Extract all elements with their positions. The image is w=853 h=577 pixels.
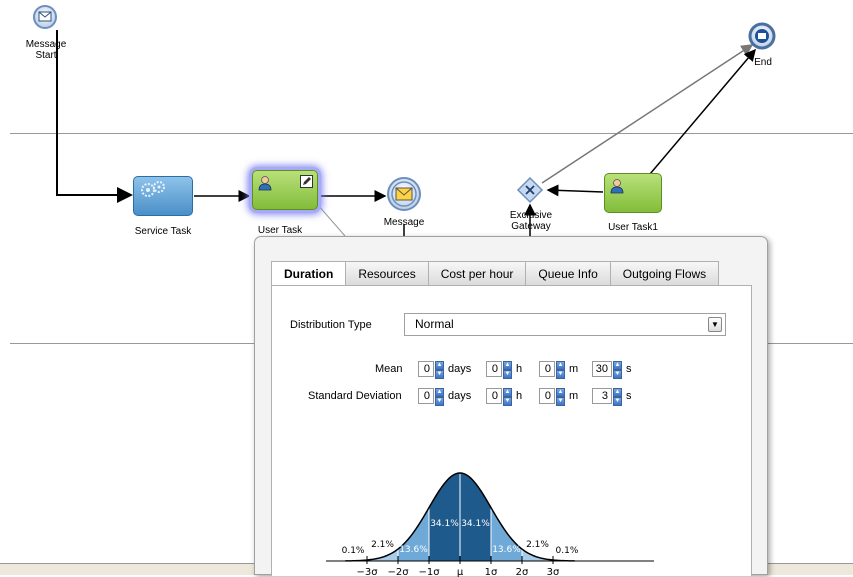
- region-percent-label: 34.1%: [430, 519, 459, 529]
- mean-days-input[interactable]: 0: [418, 361, 434, 377]
- region-percent-label: 13.6%: [492, 545, 521, 555]
- duration-tab-content: Distribution Type Normal ▼ Mean 0 ▲ ▼ day…: [271, 285, 752, 577]
- mean-seconds-input[interactable]: 30: [592, 361, 612, 377]
- user-task1[interactable]: [604, 173, 662, 213]
- tab-queue-info[interactable]: Queue Info: [525, 261, 611, 286]
- x-tick-label: 3σ: [547, 567, 560, 577]
- mean-seconds-stepper[interactable]: 30 ▲ ▼ s: [592, 361, 632, 379]
- std-hours-input[interactable]: 0: [486, 388, 502, 404]
- x-tick-label: 1σ: [485, 567, 498, 577]
- message-event[interactable]: [387, 177, 421, 211]
- std-minutes-input[interactable]: 0: [539, 388, 555, 404]
- x-tick-label: −2σ: [387, 567, 409, 577]
- mean-minutes-stepper[interactable]: 0 ▲ ▼ m: [539, 361, 579, 379]
- flow-start-to-service[interactable]: [56, 30, 133, 203]
- days-unit: days: [448, 390, 472, 402]
- gear-icon: [141, 181, 165, 197]
- std-hours-stepper[interactable]: 0 ▲ ▼ h: [486, 388, 523, 406]
- user-icon: [610, 179, 624, 194]
- region-percent-label: 2.1%: [526, 540, 549, 550]
- flow-user1-to-end[interactable]: [649, 48, 756, 175]
- x-tick-label: μ: [457, 567, 464, 577]
- mean-minutes-input[interactable]: 0: [539, 361, 555, 377]
- normal-distribution-chart: −3σ −2σ −1σ μ 1σ 2σ 3σ 0.1% 2.1% 13.6% 34.1% 34.1% 1…: [326, 472, 654, 577]
- user-task[interactable]: [252, 170, 318, 210]
- service-task[interactable]: [133, 176, 193, 216]
- x-tick-label: −3σ: [356, 567, 378, 577]
- distribution-type-select[interactable]: Normal ▼: [404, 313, 726, 336]
- chevron-down-icon[interactable]: ▼: [708, 317, 722, 332]
- distribution-type-value: Normal: [415, 317, 454, 331]
- user-task1-label: User Task1: [608, 222, 658, 233]
- std-seconds-stepper[interactable]: 3 ▲ ▼ s: [592, 388, 632, 406]
- distribution-type-label: Distribution Type: [290, 319, 372, 331]
- callout-pointer: [317, 204, 346, 237]
- tab-outgoing-flows[interactable]: Outgoing Flows: [609, 261, 720, 286]
- mean-days-stepper[interactable]: 0 ▲ ▼ days: [418, 361, 472, 379]
- user-icon: [258, 176, 272, 191]
- end-event[interactable]: [748, 22, 776, 50]
- tab-cost-per-hour[interactable]: Cost per hour: [427, 261, 527, 286]
- exclusive-gateway[interactable]: [516, 176, 544, 204]
- mean-label: Mean: [375, 363, 403, 375]
- region-percent-label: 2.1%: [371, 540, 394, 550]
- simulation-properties-panel: Duration Resources Cost per hour Queue I…: [254, 236, 768, 577]
- std-days-input[interactable]: 0: [418, 388, 434, 404]
- hours-unit: h: [516, 390, 523, 402]
- seconds-unit: s: [626, 390, 632, 402]
- x-tick-label: 2σ: [516, 567, 529, 577]
- region-4: [459, 472, 492, 562]
- region-percent-label: 34.1%: [461, 519, 490, 529]
- tab-duration[interactable]: Duration: [271, 261, 347, 287]
- std-days-stepper[interactable]: 0 ▲ ▼ days: [418, 388, 472, 406]
- edit-icon[interactable]: [300, 175, 313, 188]
- std-seconds-input[interactable]: 3: [592, 388, 612, 404]
- std-minutes-stepper[interactable]: 0 ▲ ▼ m: [539, 388, 579, 406]
- std-dev-label: Standard Deviation: [308, 390, 402, 402]
- region-percent-label: 0.1%: [556, 546, 579, 556]
- minutes-unit: m: [569, 390, 579, 402]
- flow-gateway-to-end[interactable]: [541, 44, 754, 184]
- seconds-unit: s: [626, 363, 632, 375]
- user-task-label: User Task: [257, 225, 303, 236]
- end-label: End: [754, 57, 772, 68]
- mean-hours-stepper[interactable]: 0 ▲ ▼ h: [486, 361, 523, 379]
- region-percent-label: 0.1%: [342, 546, 365, 556]
- region-percent-label: 13.6%: [399, 545, 428, 555]
- minutes-unit: m: [569, 363, 579, 375]
- tab-resources[interactable]: Resources: [345, 261, 429, 286]
- region-3: [428, 472, 461, 562]
- hours-unit: h: [516, 363, 523, 375]
- tab-bar: Duration Resources Cost per hour Queue I…: [271, 261, 720, 287]
- message-label: Message: [383, 217, 425, 228]
- message-start-event[interactable]: [33, 5, 57, 29]
- mean-hours-input[interactable]: 0: [486, 361, 502, 377]
- exclusive-gateway-label: Exclusive Gateway: [509, 210, 553, 232]
- service-task-label: Service Task: [134, 226, 192, 237]
- days-unit: days: [448, 363, 472, 375]
- x-tick-label: −1σ: [418, 567, 440, 577]
- flow-user1-to-gateway[interactable]: [546, 184, 604, 197]
- message-start-label: Message Start: [25, 39, 67, 61]
